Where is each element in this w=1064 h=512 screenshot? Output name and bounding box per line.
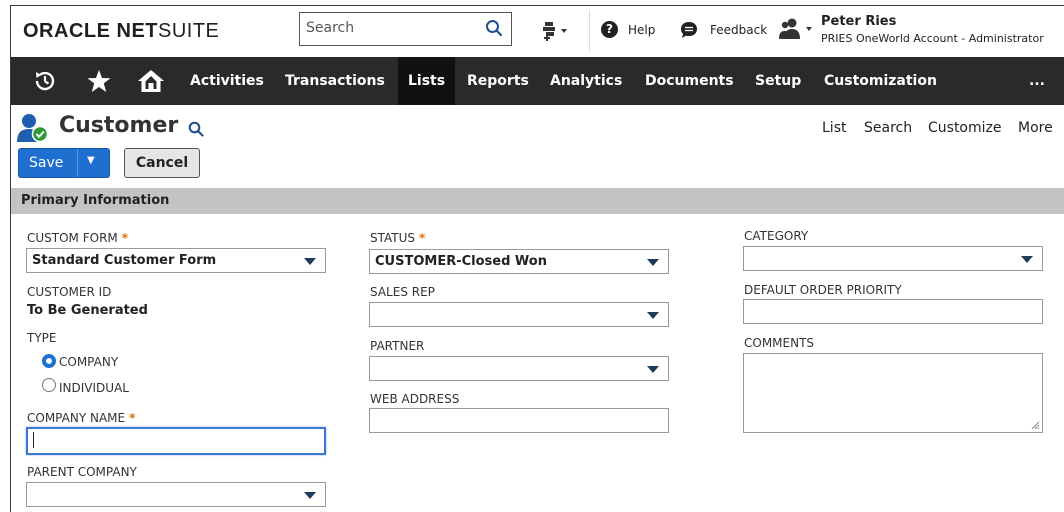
partner-label: PARTNER	[370, 339, 425, 353]
chevron-down-icon[interactable]	[647, 312, 659, 319]
type-company-label[interactable]: COMPANY	[59, 355, 118, 369]
customer-record-icon	[17, 114, 49, 143]
required-marker: *	[419, 231, 426, 245]
customer-id-label: CUSTOMER ID	[27, 285, 112, 299]
custom-form-value: Standard Customer Form	[32, 253, 217, 268]
partner-select[interactable]	[369, 356, 669, 381]
required-marker: *	[129, 411, 136, 425]
save-button[interactable]: Save ▼	[18, 148, 110, 178]
nav-analytics[interactable]: Analytics	[540, 57, 632, 105]
user-roles-icon[interactable]	[779, 17, 815, 41]
feedback-link[interactable]: Feedback	[710, 23, 767, 37]
comments-label: COMMENTS	[744, 336, 815, 350]
status-label: STATUS *	[370, 231, 426, 245]
comments-textarea[interactable]	[743, 353, 1043, 433]
record-search-icon[interactable]	[188, 121, 204, 137]
company-name-input[interactable]	[26, 427, 326, 455]
type-company-radio[interactable]	[42, 354, 56, 368]
default-order-priority-input[interactable]	[743, 299, 1043, 324]
help-icon[interactable]: ?	[601, 21, 618, 38]
chevron-down-icon[interactable]	[647, 366, 659, 373]
web-address-input[interactable]	[369, 408, 669, 433]
save-button-divider	[77, 149, 78, 177]
home-icon[interactable]	[137, 69, 165, 93]
nav-lists[interactable]: Lists	[398, 57, 456, 105]
custom-form-select[interactable]: Standard Customer Form	[26, 248, 326, 273]
sales-rep-label: SALES REP	[370, 285, 435, 299]
chevron-down-icon[interactable]	[304, 492, 316, 499]
default-order-priority-label: DEFAULT ORDER PRIORITY	[744, 283, 902, 297]
oracle-netsuite-logo[interactable]: ORACLE NETSUITE	[23, 20, 219, 43]
cancel-button[interactable]: Cancel	[124, 148, 200, 178]
status-select[interactable]: CUSTOMER-Closed Won	[369, 249, 669, 274]
customize-link[interactable]: Customize	[928, 120, 1002, 136]
main-navigation: Activities Transactions Lists Reports An…	[11, 57, 1064, 105]
user-account-role[interactable]: PRIES OneWorld Account - Administrator	[821, 32, 1044, 45]
company-name-label: COMPANY NAME *	[27, 411, 136, 425]
type-individual-label[interactable]: INDIVIDUAL	[59, 381, 129, 395]
nav-customization[interactable]: Customization	[814, 57, 947, 105]
nav-reports[interactable]: Reports	[457, 57, 539, 105]
category-select[interactable]	[743, 246, 1043, 271]
more-link[interactable]: More	[1018, 120, 1053, 136]
top-header: ORACLE NETSUITE ? Help Feedback	[11, 6, 1064, 57]
save-options-dropdown-icon[interactable]: ▼	[87, 155, 95, 166]
save-button-label[interactable]: Save	[29, 155, 63, 171]
required-marker: *	[121, 231, 129, 245]
resize-handle-icon[interactable]	[1031, 421, 1040, 430]
nav-more-menu[interactable]: ...	[1019, 57, 1055, 105]
web-address-label: WEB ADDRESS	[370, 392, 460, 406]
parent-company-label: PARENT COMPANY	[27, 465, 137, 479]
chevron-down-icon[interactable]	[304, 258, 316, 265]
search-link[interactable]: Search	[864, 120, 912, 136]
recent-history-icon[interactable]	[33, 69, 57, 93]
page-title: Customer	[59, 113, 179, 138]
status-value: CUSTOMER-Closed Won	[375, 254, 547, 269]
primary-information-section[interactable]: Primary Information	[11, 188, 1064, 214]
global-search[interactable]	[299, 12, 512, 46]
text-cursor	[33, 432, 34, 448]
nav-setup[interactable]: Setup	[745, 57, 811, 105]
type-label: TYPE	[27, 331, 57, 345]
recent-records-icon[interactable]	[541, 20, 571, 42]
parent-company-select[interactable]	[26, 482, 326, 507]
nav-transactions[interactable]: Transactions	[275, 57, 395, 105]
favorites-star-icon[interactable]	[87, 69, 111, 93]
chevron-down-icon[interactable]	[647, 259, 659, 266]
header-divider	[589, 10, 590, 52]
user-name[interactable]: Peter Ries	[821, 14, 896, 29]
customer-id-value: To Be Generated	[27, 303, 148, 318]
category-label: CATEGORY	[744, 229, 809, 243]
feedback-icon[interactable]	[680, 21, 698, 39]
nav-documents[interactable]: Documents	[635, 57, 744, 105]
help-link[interactable]: Help	[628, 23, 655, 37]
list-link[interactable]: List	[822, 120, 846, 136]
netsuite-window: ORACLE NETSUITE ? Help Feedback	[10, 5, 1064, 512]
custom-form-label: CUSTOM FORM *	[27, 231, 129, 245]
search-icon[interactable]	[485, 19, 503, 37]
nav-activities[interactable]: Activities	[180, 57, 274, 105]
chevron-down-icon[interactable]	[1021, 256, 1033, 263]
type-individual-radio[interactable]	[42, 378, 56, 392]
sales-rep-select[interactable]	[369, 302, 669, 327]
global-search-input[interactable]	[300, 13, 470, 43]
